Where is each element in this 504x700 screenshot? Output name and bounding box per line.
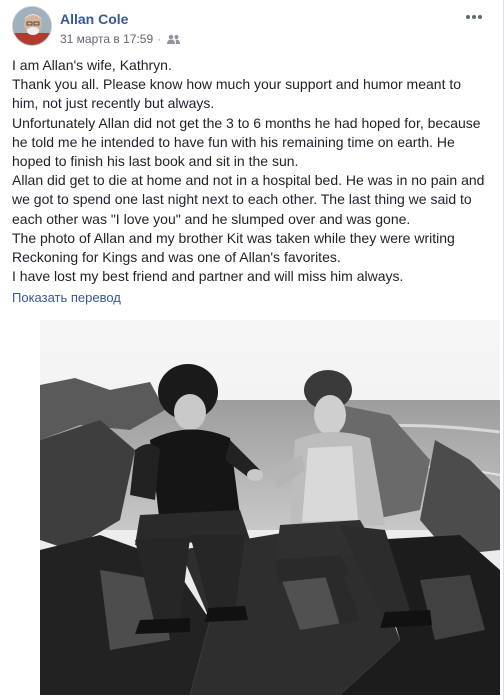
photo-image — [40, 320, 500, 695]
avatar-image — [13, 7, 51, 45]
post-header: Allan Cole 31 марта в 17:59 · — [12, 6, 491, 48]
timestamp[interactable]: 31 марта в 17:59 — [60, 32, 153, 46]
translate-link[interactable]: Показать перевод — [12, 290, 121, 305]
author-name[interactable]: Allan Cole — [60, 11, 128, 27]
post-text: I am Allan's wife, Kathryn. Thank you al… — [12, 56, 490, 286]
post-paragraph: Thank you all. Please know how much your… — [12, 76, 462, 112]
ellipsis-icon[interactable] — [465, 12, 483, 22]
post-paragraph: The photo of Allan and my brother Kit wa… — [12, 229, 455, 266]
meta-separator: · — [157, 32, 162, 46]
avatar[interactable] — [12, 6, 52, 46]
facebook-post: Allan Cole 31 марта в 17:59 · I am Allan… — [0, 0, 504, 700]
post-paragraph: I am Allan's wife, Kathryn. — [12, 57, 172, 73]
post-meta: 31 марта в 17:59 · — [60, 32, 181, 46]
post-paragraph: Allan did get to die at home and not in … — [12, 172, 485, 227]
post-paragraph: I have lost my best friend and partner a… — [12, 268, 404, 285]
post-photo[interactable] — [40, 320, 500, 695]
post-paragraph: Unfortunately Allan did not get the 3 to… — [12, 114, 481, 170]
friends-icon[interactable] — [167, 34, 181, 44]
